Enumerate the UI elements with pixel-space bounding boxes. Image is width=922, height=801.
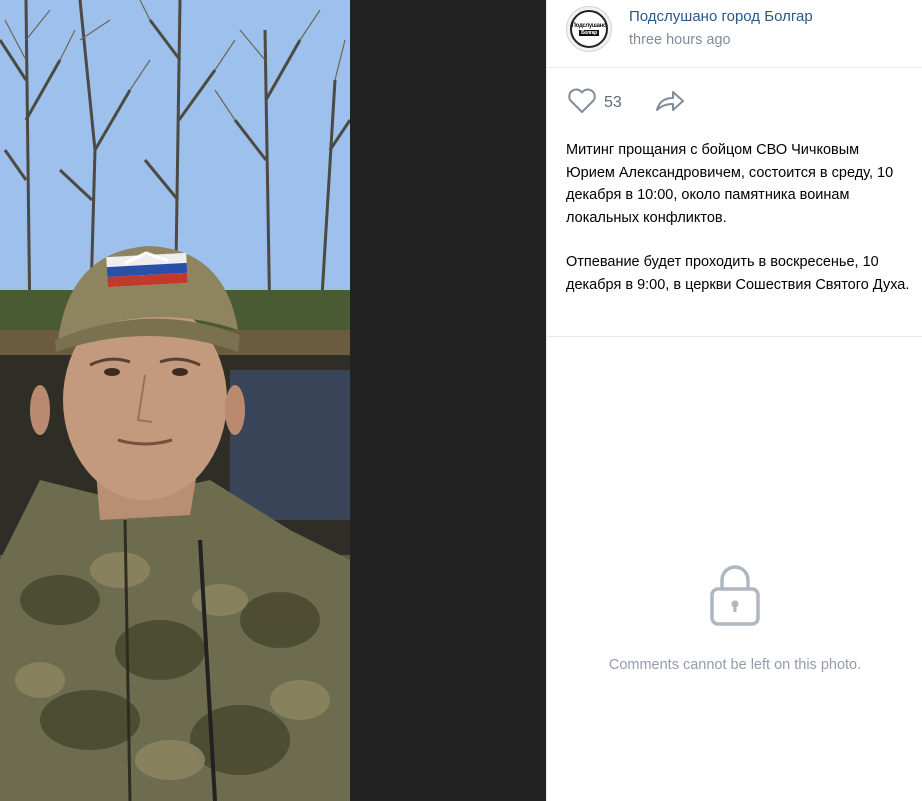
post-text: Митинг прощания с бойцом СВО Чичковым Юр… [566, 139, 911, 296]
post-paragraph: Отпевание будет проходить в воскресенье,… [566, 254, 910, 293]
like-count: 53 [604, 94, 622, 111]
post-actions: 53 [567, 88, 686, 119]
divider [547, 336, 922, 337]
group-avatar[interactable]: Подслушано Болгар [566, 6, 612, 52]
comments-locked-message: Comments cannot be left on this photo. [608, 657, 862, 673]
photo-illustration [0, 0, 350, 801]
share-arrow-icon [654, 89, 686, 118]
avatar-text-line1: Подслушано [571, 22, 607, 29]
heart-icon [567, 88, 597, 119]
photo-viewer [0, 0, 546, 801]
post-header: Подслушано Болгар Подслушано город Болга… [547, 0, 922, 68]
group-logo: Подслушано Болгар [570, 10, 608, 48]
like-button[interactable]: 53 [567, 88, 622, 119]
share-button[interactable] [654, 89, 686, 118]
post-photo[interactable] [0, 0, 350, 801]
avatar-text-line2: Болгар [579, 29, 599, 36]
lock-icon [709, 563, 761, 632]
post-timestamp[interactable]: three hours ago [629, 32, 731, 48]
post-side-panel: Подслушано Болгар Подслушано город Болга… [546, 0, 922, 801]
comments-locked-block: Comments cannot be left on this photo. [547, 563, 922, 673]
post-paragraph: Митинг прощания с бойцом СВО Чичковым Юр… [566, 142, 894, 226]
group-name-link[interactable]: Подслушано город Болгар [629, 8, 813, 25]
